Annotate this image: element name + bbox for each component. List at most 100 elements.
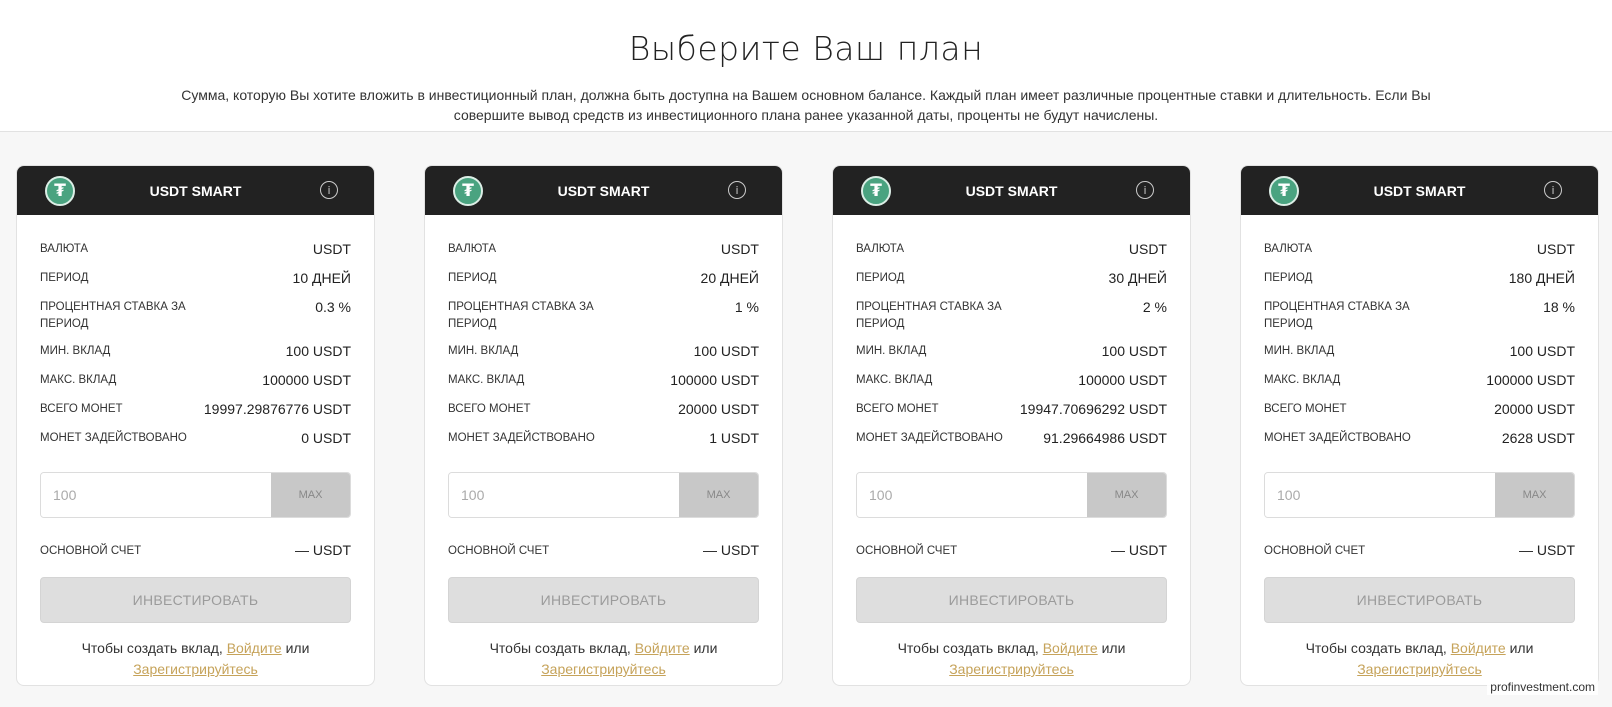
note-or: или (693, 640, 718, 656)
register-link[interactable]: Зарегистрируйтесь (541, 661, 666, 677)
main-account-label: Основной счет (40, 544, 142, 557)
currency-value: USDT (312, 241, 351, 257)
invest-button[interactable]: Инвестировать (1264, 577, 1575, 623)
period-label: Период (856, 272, 905, 284)
total-coins-value: 19997.29876776 USDT (203, 401, 351, 417)
rate-label: Процентная ставка за период (448, 301, 594, 330)
currency-label: Валюта (1264, 243, 1313, 255)
used-coins-label: Монет задействовано (448, 432, 595, 444)
main-account-label: Основной счет (856, 544, 958, 557)
note-or: или (285, 640, 310, 656)
plan-card: ₮ USDT SMART i Валюта USDT Период 10 ДНЕЙ … (16, 165, 375, 686)
tether-icon: ₮ (45, 175, 75, 206)
currency-label: Валюта (856, 243, 905, 255)
info-icon[interactable]: i (320, 181, 338, 199)
rate-value: 1 % (734, 299, 759, 315)
max-button[interactable]: MAX (1087, 473, 1166, 517)
plan-card: ₮ USDT SMART i Валюта USDT Период 180 ДНЕЙ… (1240, 165, 1599, 686)
min-deposit-value: 100 USDT (1509, 343, 1575, 359)
used-coins-label: Монет задействовано (856, 432, 1003, 444)
invest-button[interactable]: Инвестировать (856, 577, 1167, 623)
currency-value: USDT (1536, 241, 1575, 257)
page-description: Сумма, которую Вы хотите вложить в инвес… (181, 87, 1431, 123)
plans-list: ₮ USDT SMART i Валюта USDT Период 10 ДНЕЙ … (16, 165, 1599, 686)
min-deposit-value: 100 USDT (285, 343, 351, 359)
login-link[interactable]: Войдите (1451, 640, 1506, 656)
max-deposit-label: Макс. вклад (448, 374, 525, 386)
used-coins-value: 0 USDT (301, 430, 351, 446)
note-prefix: Чтобы создать вклад, (489, 640, 631, 656)
max-button[interactable]: MAX (1495, 473, 1574, 517)
invest-button[interactable]: Инвестировать (40, 577, 351, 623)
total-coins-label: Всего монет (448, 403, 531, 415)
note-prefix: Чтобы создать вклад, (1305, 640, 1447, 656)
page-title: Выберите Ваш план (628, 29, 984, 68)
main-account-label: Основной счет (1264, 544, 1366, 557)
amount-input[interactable] (1265, 473, 1495, 517)
total-coins-value: 20000 USDT (1494, 401, 1575, 417)
currency-label: Валюта (40, 243, 89, 255)
period-value: 30 ДНЕЙ (1108, 270, 1167, 286)
amount-input[interactable] (449, 473, 679, 517)
rate-label: Процентная ставка за период (1264, 301, 1410, 330)
amount-input[interactable] (41, 473, 271, 517)
info-icon[interactable]: i (1136, 181, 1154, 199)
note-or: или (1101, 640, 1126, 656)
max-button[interactable]: MAX (271, 473, 350, 517)
used-coins-label: Монет задействовано (40, 432, 187, 444)
tether-icon: ₮ (1269, 175, 1299, 206)
plan-card: ₮ USDT SMART i Валюта USDT Период 30 ДНЕЙ … (832, 165, 1191, 686)
min-deposit-value: 100 USDT (693, 343, 759, 359)
currency-value: USDT (1128, 241, 1167, 257)
tether-icon: ₮ (453, 175, 483, 206)
period-value: 20 ДНЕЙ (700, 270, 759, 286)
auth-note: Чтобы создать вклад, Войдите или Зарегис… (40, 638, 351, 680)
plan-card-header: ₮ USDT SMART i (425, 166, 782, 215)
plan-card-header: ₮ USDT SMART i (17, 166, 374, 215)
total-coins-label: Всего монет (856, 403, 939, 415)
max-deposit-value: 100000 USDT (1078, 372, 1167, 388)
rate-label: Процентная ставка за период (856, 301, 1002, 330)
total-coins-label: Всего монет (1264, 403, 1347, 415)
login-link[interactable]: Войдите (1043, 640, 1098, 656)
total-coins-value: 20000 USDT (678, 401, 759, 417)
max-button[interactable]: MAX (679, 473, 758, 517)
min-deposit-label: Мин. вклад (448, 345, 519, 357)
login-link[interactable]: Войдите (227, 640, 282, 656)
register-link[interactable]: Зарегистрируйтесь (1357, 661, 1482, 677)
page-header: Выберите Ваш план Сумма, которую Вы хоти… (0, 0, 1612, 132)
max-deposit-label: Макс. вклад (40, 374, 117, 386)
period-label: Период (40, 272, 89, 284)
amount-input[interactable] (857, 473, 1087, 517)
info-icon[interactable]: i (728, 181, 746, 199)
register-link[interactable]: Зарегистрируйтесь (133, 661, 258, 677)
tether-icon: ₮ (861, 175, 891, 206)
rate-value: 18 % (1543, 299, 1575, 315)
amount-field: MAX (40, 472, 351, 518)
max-deposit-value: 100000 USDT (262, 372, 351, 388)
period-label: Период (1264, 272, 1313, 284)
plan-card-header: ₮ USDT SMART i (1241, 166, 1598, 215)
rate-label: Процентная ставка за период (40, 301, 186, 330)
period-value: 180 ДНЕЙ (1508, 270, 1575, 286)
register-link[interactable]: Зарегистрируйтесь (949, 661, 1074, 677)
main-account-value: — USDT (295, 542, 351, 558)
min-deposit-label: Мин. вклад (856, 345, 927, 357)
watermark: profinvestment.com (1487, 679, 1598, 695)
rate-value: 0.3 % (315, 299, 351, 315)
login-link[interactable]: Войдите (635, 640, 690, 656)
amount-field: MAX (1264, 472, 1575, 518)
info-icon[interactable]: i (1544, 181, 1562, 199)
max-deposit-value: 100000 USDT (1486, 372, 1575, 388)
invest-button[interactable]: Инвестировать (448, 577, 759, 623)
note-or: или (1509, 640, 1534, 656)
plan-card: ₮ USDT SMART i Валюта USDT Период 20 ДНЕЙ … (424, 165, 783, 686)
auth-note: Чтобы создать вклад, Войдите или Зарегис… (1264, 638, 1575, 680)
main-account-label: Основной счет (448, 544, 550, 557)
min-deposit-value: 100 USDT (1101, 343, 1167, 359)
main-account-value: — USDT (1111, 542, 1167, 558)
total-coins-value: 19947.70696292 USDT (1019, 401, 1167, 417)
main-account-value: — USDT (1519, 542, 1575, 558)
min-deposit-label: Мин. вклад (1264, 345, 1335, 357)
rate-value: 2 % (1142, 299, 1167, 315)
